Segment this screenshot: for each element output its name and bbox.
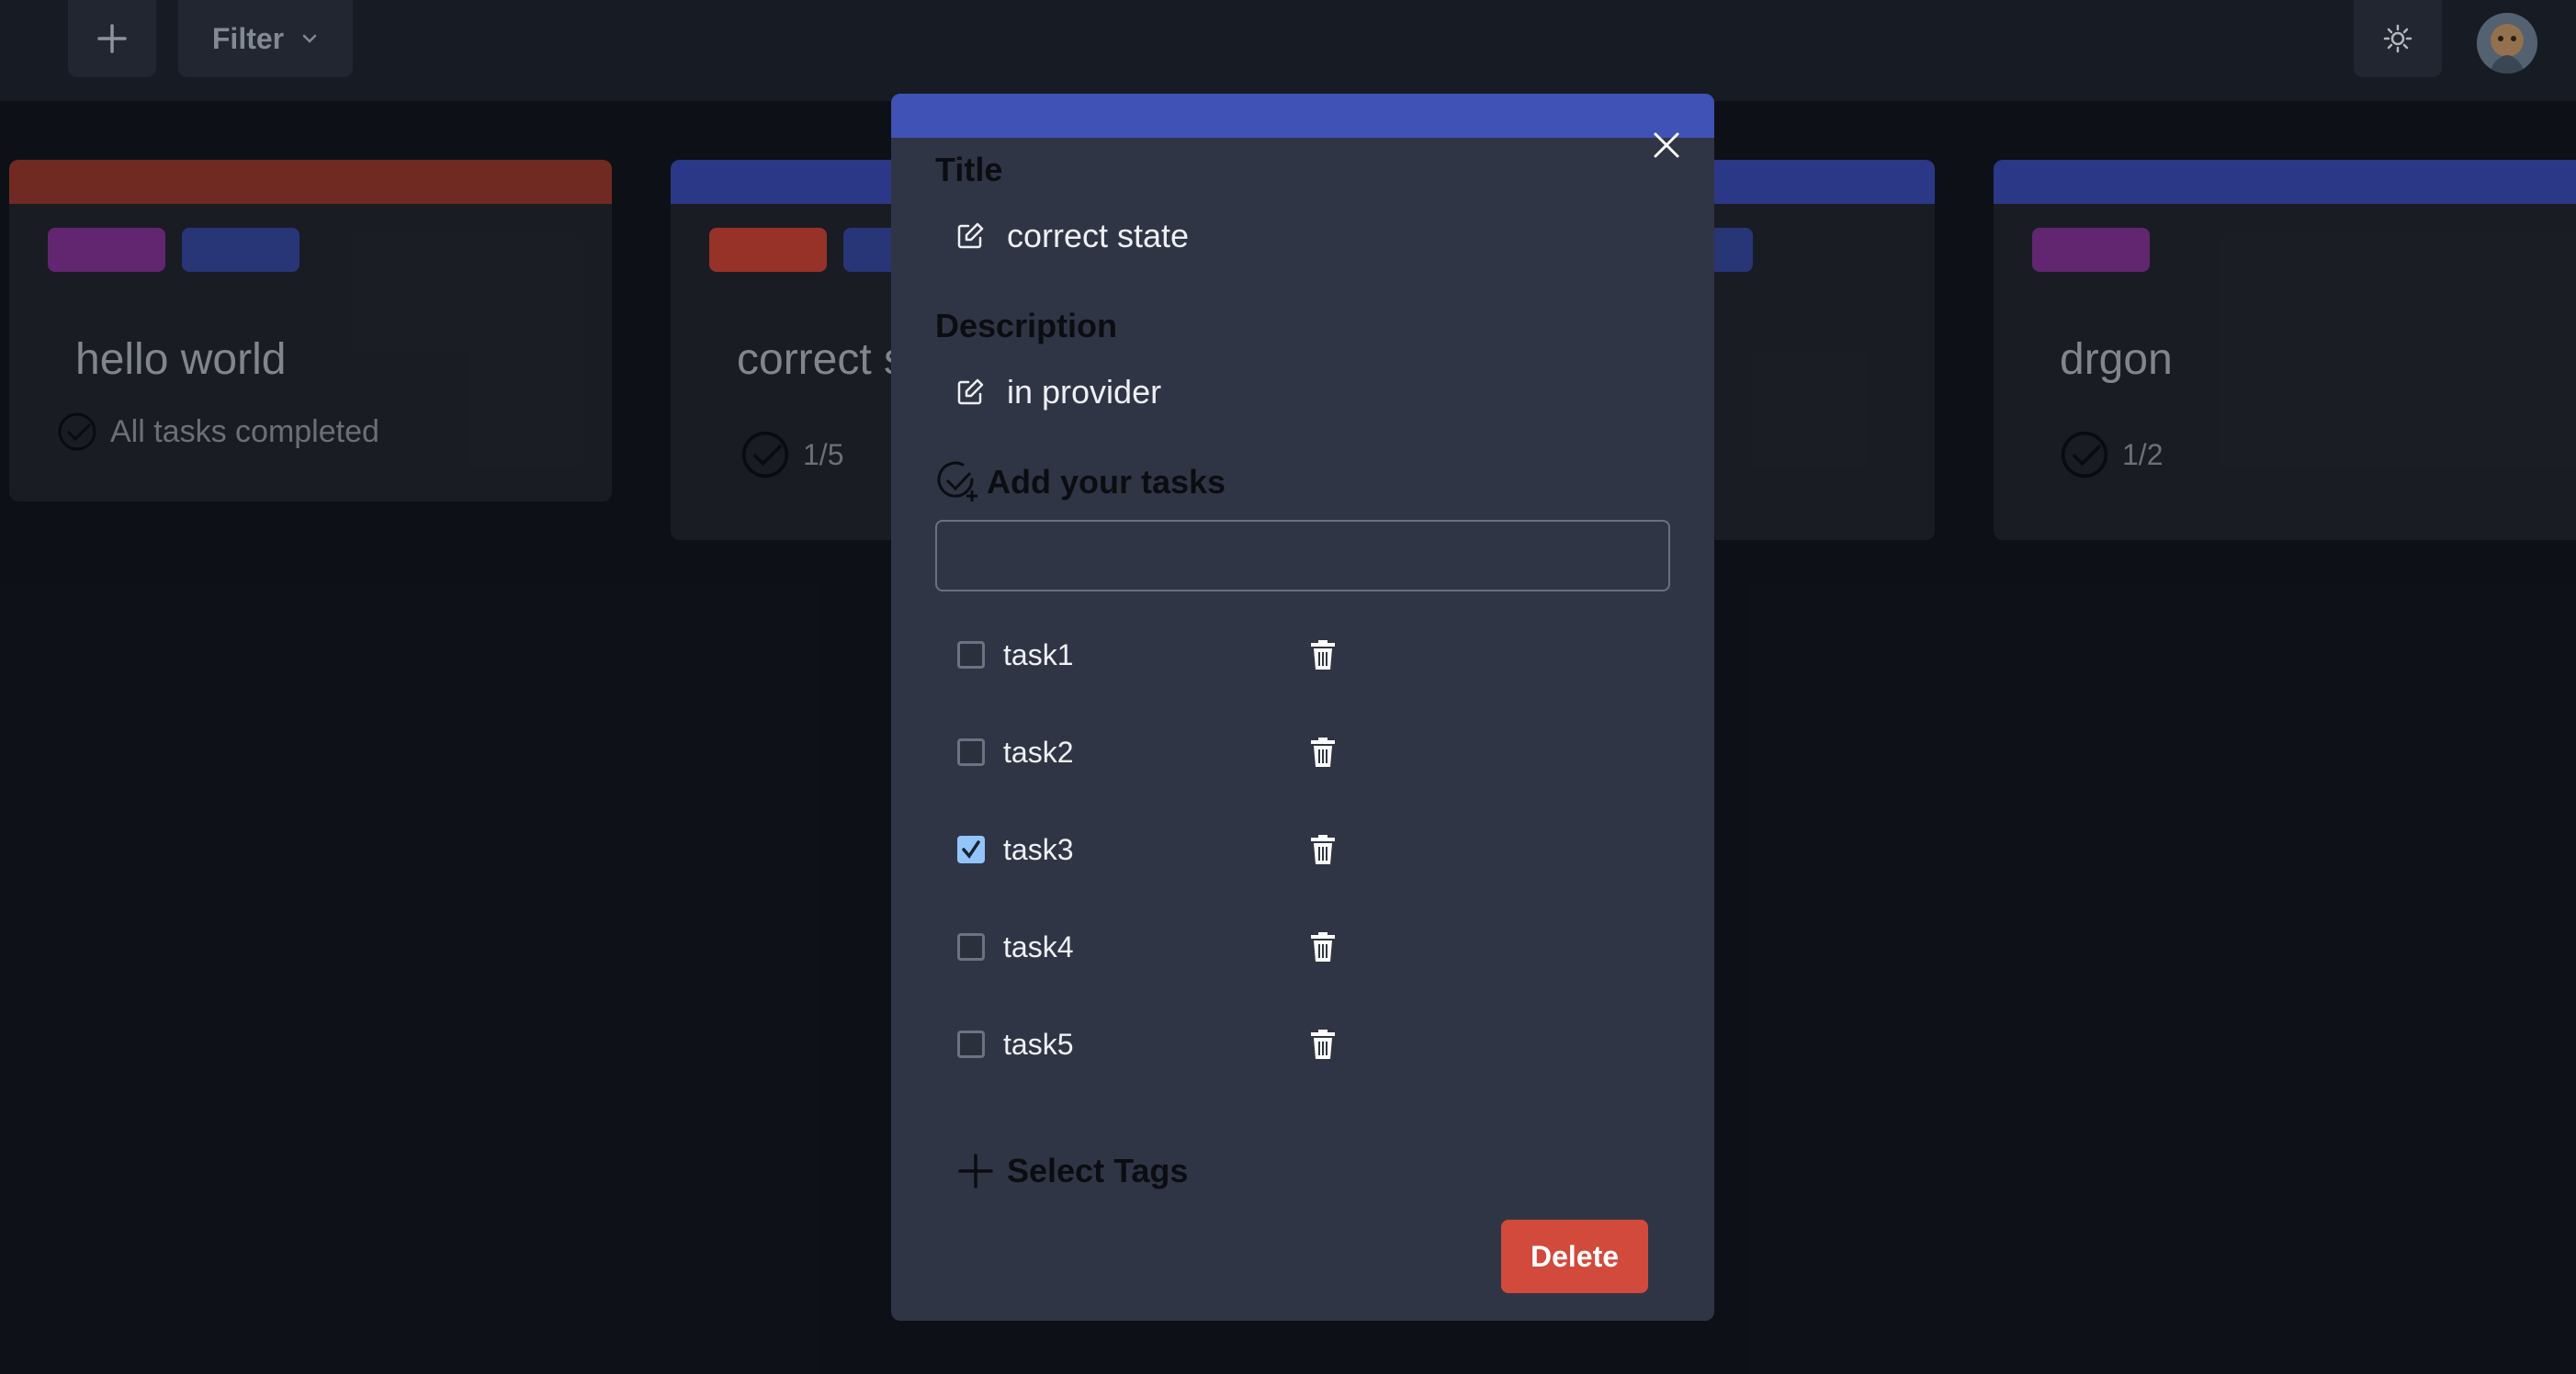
edit-icon (957, 378, 984, 405)
title-field[interactable]: correct state (955, 217, 1189, 255)
close-button[interactable] (1641, 119, 1692, 171)
trash-icon (1311, 835, 1335, 864)
trash-icon (1311, 1030, 1335, 1059)
task-label: task1 (1003, 637, 1074, 671)
task-item: task4 (957, 924, 1339, 970)
task-item: task2 (957, 729, 1339, 775)
tasks-heading-text: Add your tasks (987, 463, 1226, 501)
task-label: task5 (1003, 1027, 1074, 1061)
modal-color-bar (891, 94, 1714, 138)
delete-task-button[interactable] (1306, 1026, 1339, 1063)
trash-icon (1311, 932, 1335, 962)
task-checkbox[interactable] (957, 836, 985, 863)
add-task-input[interactable] (935, 520, 1670, 591)
task-label: task3 (1003, 832, 1074, 866)
delete-task-button[interactable] (1306, 734, 1339, 771)
description-label: Description (935, 307, 1118, 344)
title-label: Title (935, 151, 1003, 188)
edit-icon (957, 222, 984, 249)
close-icon (1654, 132, 1679, 158)
task-label: task4 (1003, 929, 1074, 963)
delete-task-button[interactable] (1306, 929, 1339, 965)
task-item: task5 (957, 1021, 1339, 1067)
select-tags-label: Select Tags (1007, 1152, 1189, 1189)
check-circle-add-icon (937, 461, 977, 501)
plus-icon (958, 1154, 993, 1188)
title-value: correct state (1007, 217, 1190, 254)
trash-icon (1311, 738, 1335, 767)
task-item: task3 (957, 827, 1339, 873)
select-tags-button[interactable]: Select Tags (957, 1152, 1188, 1190)
task-item: task1 (957, 632, 1339, 678)
delete-task-button[interactable] (1306, 636, 1339, 673)
description-value: in provider (1007, 373, 1162, 411)
checkmark-icon (962, 840, 980, 859)
description-field[interactable]: in provider (955, 373, 1161, 411)
task-checkbox[interactable] (957, 933, 985, 961)
delete-task-button[interactable] (1306, 831, 1339, 868)
delete-button[interactable]: Delete (1501, 1220, 1648, 1293)
tasks-heading: Add your tasks (935, 459, 1226, 505)
task-checkbox[interactable] (957, 641, 985, 669)
task-checkbox[interactable] (957, 738, 985, 766)
trash-icon (1311, 640, 1335, 670)
task-checkbox[interactable] (957, 1030, 985, 1058)
task-label: task2 (1003, 735, 1074, 769)
edit-card-modal: Title correct state Description in provi… (891, 94, 1714, 1321)
